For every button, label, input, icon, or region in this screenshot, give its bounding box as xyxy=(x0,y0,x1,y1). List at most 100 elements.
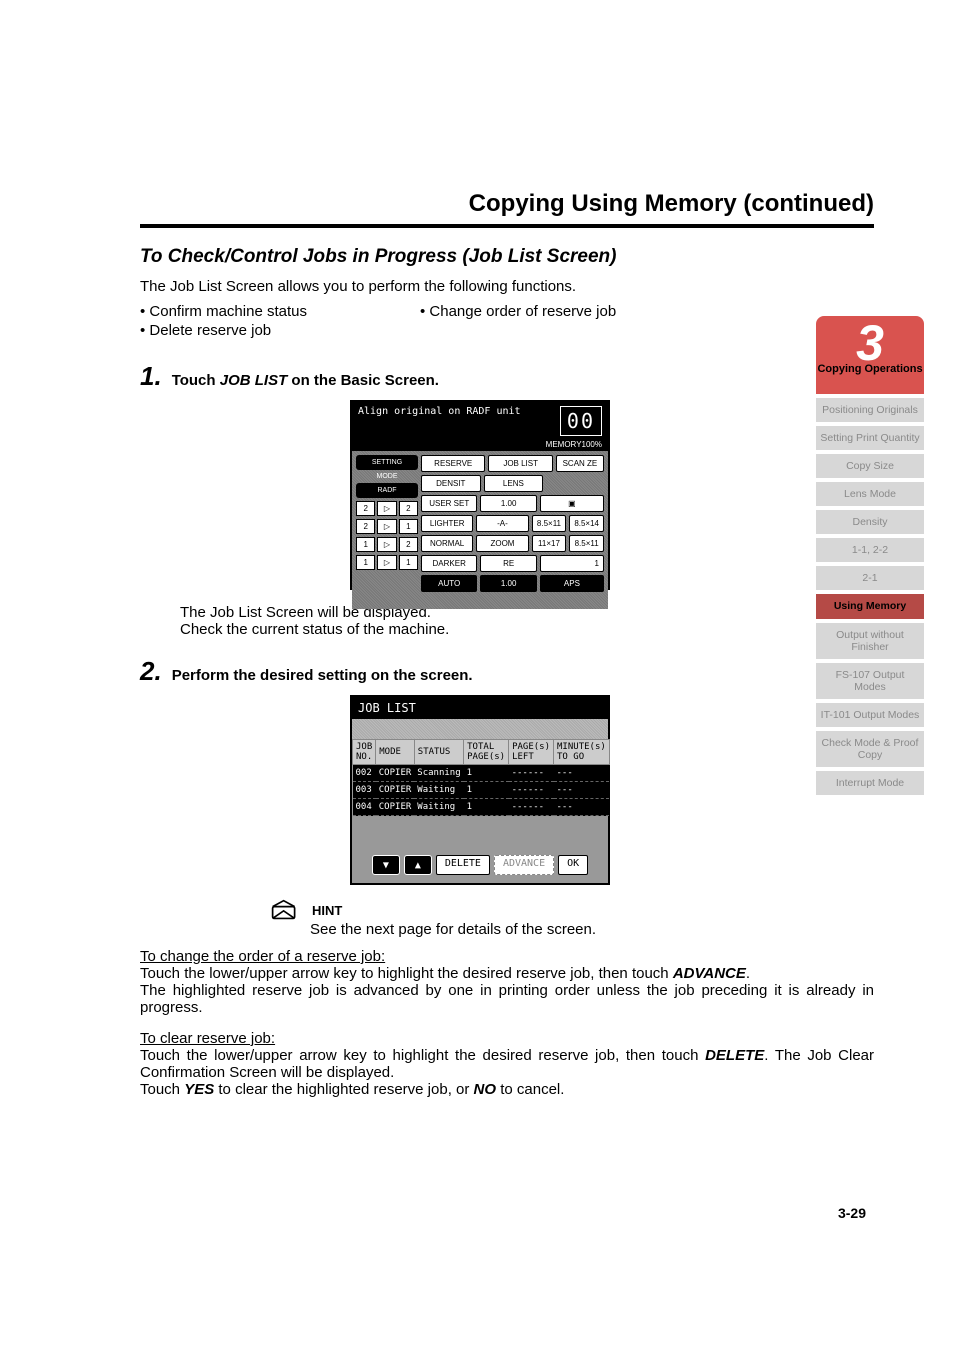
side-tabs: Positioning Originals Setting Print Quant… xyxy=(816,398,924,795)
size-button[interactable]: 11×17 xyxy=(532,535,567,552)
step-2: 2. Perform the desired setting on the sc… xyxy=(140,656,874,687)
table-row[interactable]: 004COPIERWaiting1--------- xyxy=(353,799,610,816)
aps-button[interactable]: APS xyxy=(540,575,604,592)
intro-text: The Job List Screen allows you to perfor… xyxy=(140,278,874,295)
darker-button[interactable]: DARKER xyxy=(421,555,477,572)
chapter-badge: 3 Copying Operations xyxy=(816,316,924,394)
hint-icon xyxy=(270,899,304,921)
size-button[interactable]: 8.5×11 xyxy=(569,535,604,552)
side-tab[interactable]: 1-1, 2-2 xyxy=(816,538,924,562)
delete-button[interactable]: DELETE xyxy=(436,855,490,875)
mode-cell[interactable]: 2 xyxy=(399,501,418,516)
body-text: to cancel. xyxy=(496,1081,564,1098)
body-text: . xyxy=(746,965,750,982)
user-set-button[interactable]: USER SET xyxy=(421,495,477,512)
command-text: DELETE xyxy=(705,1047,764,1064)
side-tab[interactable]: IT-101 Output Modes xyxy=(816,703,924,727)
paper-icon[interactable]: ▣ xyxy=(540,495,604,512)
table-row[interactable]: 003COPIERWaiting1--------- xyxy=(353,782,610,799)
side-tab[interactable]: Setting Print Quantity xyxy=(816,426,924,450)
side-tab[interactable]: Using Memory xyxy=(816,594,924,618)
size-button[interactable]: 8.5×11 xyxy=(532,515,567,532)
mode-cell[interactable]: 1 xyxy=(356,555,375,570)
job-list-button[interactable]: JOB LIST xyxy=(488,455,552,472)
mode-cell[interactable]: 2 xyxy=(356,519,375,534)
re-button[interactable]: RE xyxy=(480,555,536,572)
col-header: PAGE(s) LEFT xyxy=(509,740,554,765)
basic-screen-figure: Align original on RADF unit 00 MEMORY100… xyxy=(350,400,610,590)
mode-cell[interactable]: 2 xyxy=(356,501,375,516)
lens-label: LENS xyxy=(484,475,544,492)
subtitle: To Check/Control Jobs in Progress (Job L… xyxy=(140,246,874,268)
side-tab[interactable]: Density xyxy=(816,510,924,534)
radf-button[interactable]: RADF xyxy=(356,483,418,498)
mode-cell[interactable]: 1 xyxy=(356,537,375,552)
side-tab[interactable]: Positioning Originals xyxy=(816,398,924,422)
step-number: 2. xyxy=(140,656,162,687)
side-tab[interactable]: Check Mode & Proof Copy xyxy=(816,731,924,767)
side-tab[interactable]: Output without Finisher xyxy=(816,623,924,659)
setting-button[interactable]: SETTING xyxy=(356,455,418,470)
command-text: ADVANCE xyxy=(673,965,746,982)
mode-cell[interactable]: 1 xyxy=(399,555,418,570)
procedure-heading: To change the order of a reserve job: xyxy=(140,948,874,965)
section-title: Copying Using Memory (continued) xyxy=(140,190,874,218)
body-text: Touch the lower/upper arrow key to highl… xyxy=(140,965,673,982)
body-text: to clear the highlighted reserve job, or xyxy=(214,1081,473,1098)
col-header: TOTAL PAGE(s) xyxy=(464,740,509,765)
arrow-icon: ▷ xyxy=(377,555,396,570)
counter-display: 00 xyxy=(560,406,602,436)
arrow-icon: ▷ xyxy=(377,519,396,534)
scan-ze-button[interactable]: SCAN ZE xyxy=(556,455,604,472)
advance-button[interactable]: ADVANCE xyxy=(494,855,554,875)
body-text: Touch xyxy=(140,1081,184,1098)
zoom-button[interactable]: ZOOM xyxy=(476,535,528,552)
lens-value: 1.00 xyxy=(480,495,536,512)
auto-button[interactable]: AUTO xyxy=(421,575,477,592)
bullet-item: • Confirm machine status xyxy=(140,303,420,320)
step-1: 1. Touch JOB LIST on the Basic Screen. xyxy=(140,361,874,392)
screen-message: Align original on RADF unit xyxy=(358,406,521,436)
command-text: YES xyxy=(184,1081,214,1098)
screen-title: JOB LIST xyxy=(352,697,608,719)
page-number: 3-29 xyxy=(838,1205,866,1221)
side-tab[interactable]: Copy Size xyxy=(816,454,924,478)
arrow-icon: ▷ xyxy=(377,501,396,516)
body-text: The highlighted reserve job is advanced … xyxy=(140,982,874,1016)
reserve-button[interactable]: RESERVE xyxy=(421,455,485,472)
instruction-text: Check the current status of the machine. xyxy=(180,621,874,638)
hint-label: HINT xyxy=(312,903,342,918)
lighter-button[interactable]: LIGHTER xyxy=(421,515,473,532)
arrow-down-button[interactable]: ▼ xyxy=(372,855,400,875)
col-header: MODE xyxy=(376,740,415,765)
arrow-up-button[interactable]: ▲ xyxy=(404,855,432,875)
chapter-number: 3 xyxy=(816,318,924,368)
side-tab[interactable]: 2-1 xyxy=(816,566,924,590)
step-number: 1. xyxy=(140,361,162,392)
bullet-list: • Confirm machine status • Delete reserv… xyxy=(140,303,874,343)
procedure-heading: To clear reserve job: xyxy=(140,1030,874,1047)
side-tab[interactable]: Interrupt Mode xyxy=(816,771,924,795)
hint-text: See the next page for details of the scr… xyxy=(310,921,874,938)
col-header: JOB NO. xyxy=(353,740,376,765)
body-text: Touch the lower/upper arrow key to highl… xyxy=(140,1047,705,1064)
job-list-screen-figure: JOB LIST JOB NO. MODE STATUS TOTAL PAGE(… xyxy=(350,695,610,885)
memory-indicator: MEMORY100% xyxy=(352,440,608,451)
command-text: NO xyxy=(474,1081,497,1098)
step-text: Perform the desired setting on the scree… xyxy=(172,667,473,684)
step-text: on the Basic Screen. xyxy=(287,372,439,389)
density-label: DENSIT xyxy=(421,475,481,492)
table-row[interactable]: 002COPIERScanning1--------- xyxy=(353,765,610,782)
mode-label: MODE xyxy=(356,473,418,480)
size-button[interactable]: 8.5×14 xyxy=(569,515,604,532)
bullet-item: • Delete reserve job xyxy=(140,322,420,339)
ok-button[interactable]: OK xyxy=(558,855,588,875)
step-text: Touch xyxy=(172,372,220,389)
col-header: MINUTE(s) TO GO xyxy=(554,740,610,765)
side-tab[interactable]: FS-107 Output Modes xyxy=(816,663,924,699)
mode-cell[interactable]: 2 xyxy=(399,537,418,552)
side-tab[interactable]: Lens Mode xyxy=(816,482,924,506)
mode-cell[interactable]: 1 xyxy=(399,519,418,534)
a-value: -A- xyxy=(476,515,528,532)
normal-button[interactable]: NORMAL xyxy=(421,535,473,552)
